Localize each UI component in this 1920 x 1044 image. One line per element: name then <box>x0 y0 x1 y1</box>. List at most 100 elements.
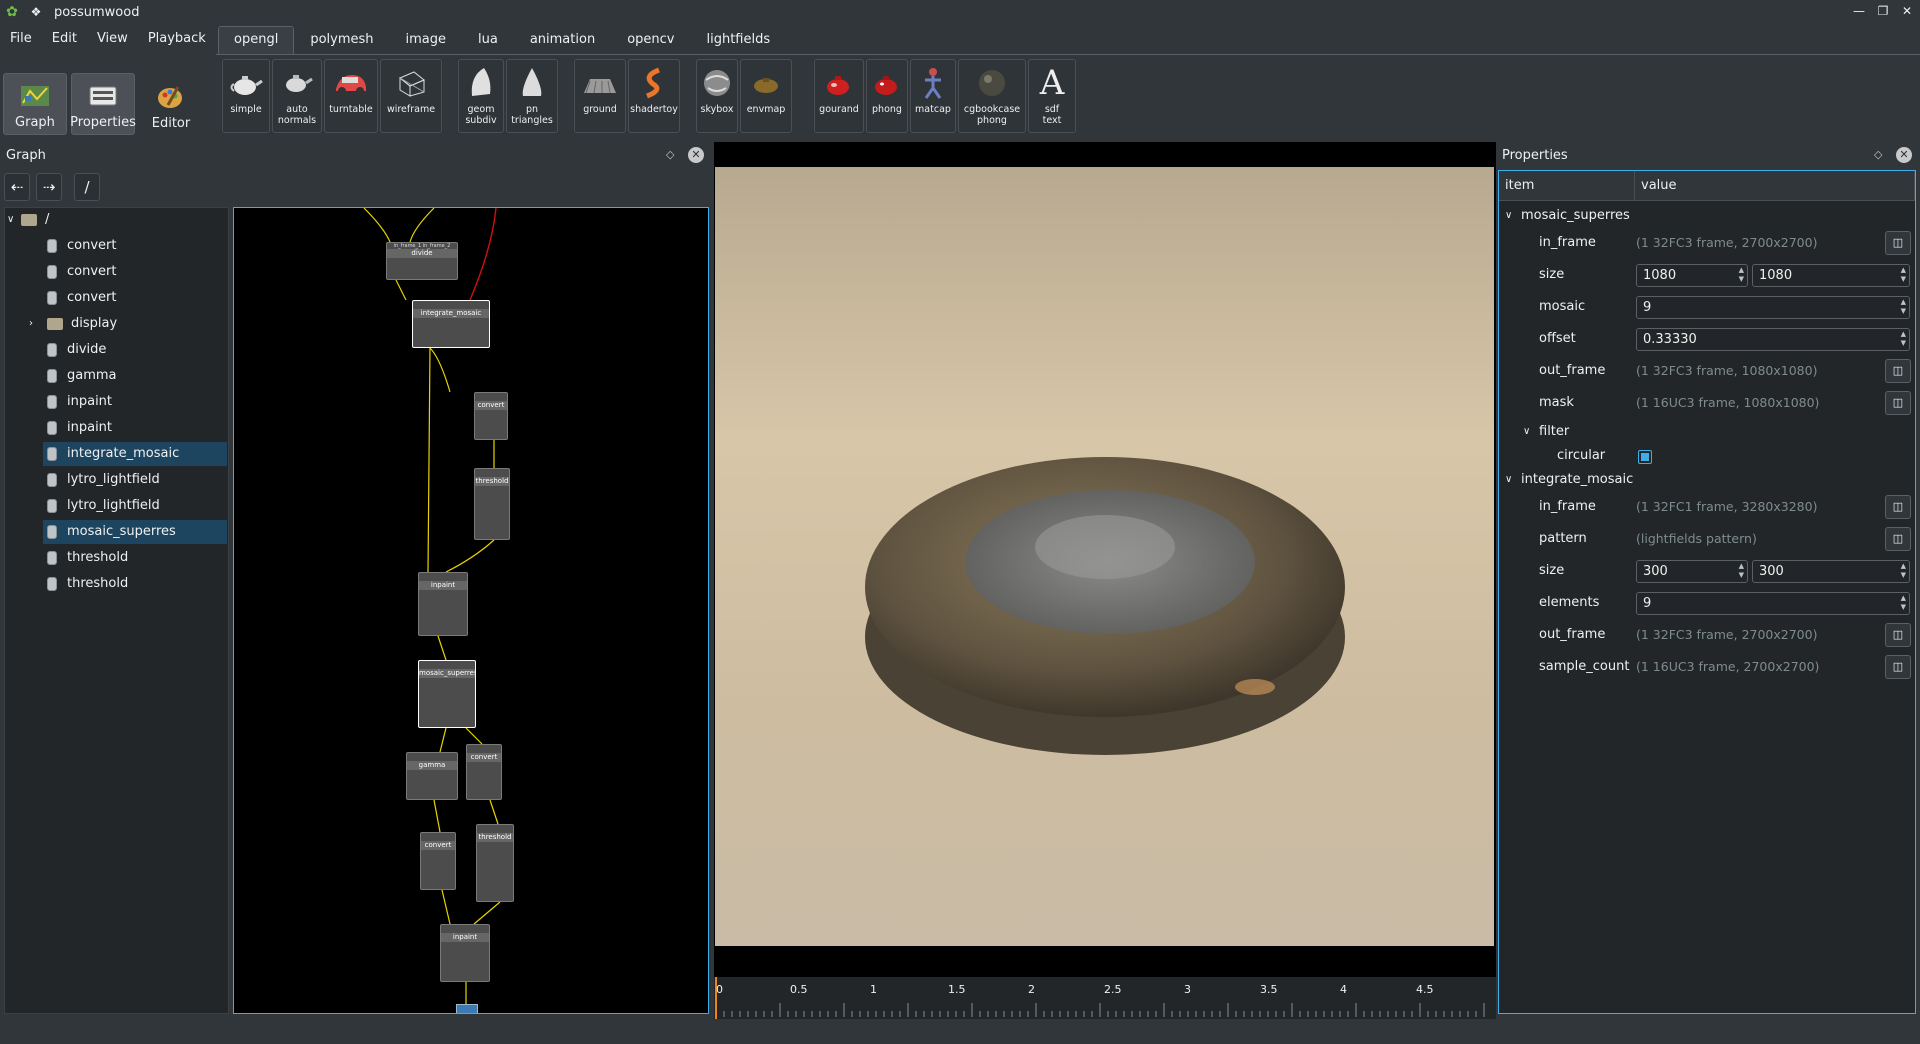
chevron-down-icon[interactable]: ∨ <box>1505 467 1512 493</box>
spin-arrows-icon[interactable]: ▲ ▼ <box>1901 266 1906 284</box>
tool-simple[interactable]: simple <box>222 59 270 133</box>
graph-node[interactable]: integrate_mosaic <box>412 300 490 348</box>
graph-node[interactable]: inpaint <box>440 924 490 982</box>
tool-matcap[interactable]: matcap <box>910 59 956 133</box>
maximize-icon[interactable]: ❐ <box>1876 3 1890 19</box>
properties-mode-button[interactable]: Properties <box>70 73 136 135</box>
menu-edit[interactable]: Edit <box>42 28 87 50</box>
inspect-button[interactable]: ◫ <box>1885 495 1911 519</box>
tool-envmap[interactable]: envmap <box>740 59 792 133</box>
graph-node[interactable]: convert <box>474 392 508 440</box>
tree-item[interactable]: lytro_lightfield <box>47 494 227 518</box>
circular-checkbox[interactable] <box>1638 450 1652 464</box>
tree-item[interactable]: threshold <box>47 546 227 570</box>
close-graph-panel-icon[interactable]: ✕ <box>688 147 704 163</box>
spin-arrows-icon[interactable]: ▲ ▼ <box>1739 562 1744 580</box>
inspect-button[interactable]: ◫ <box>1885 655 1911 679</box>
inspect-button[interactable]: ◫ <box>1885 231 1911 255</box>
back-button[interactable]: ⇠ <box>4 173 30 201</box>
tree-item-selected[interactable]: mosaic_superres <box>43 520 227 544</box>
graph-node[interactable]: gamma <box>406 752 458 800</box>
editor-mode-button[interactable]: Editor <box>139 73 203 135</box>
close-properties-panel-icon[interactable]: ✕ <box>1896 147 1912 163</box>
size-height-spinbox[interactable]: 300 ▲ ▼ <box>1752 560 1910 583</box>
tool-geom-subdiv[interactable]: geom subdiv <box>458 59 504 133</box>
tree-item[interactable]: inpaint <box>47 390 227 414</box>
tree-item[interactable]: convert <box>47 234 227 258</box>
tab-lua[interactable]: lua <box>462 26 514 54</box>
chevron-down-icon[interactable]: ∨ <box>1523 419 1530 445</box>
tree-root[interactable]: ∨ / <box>7 208 227 232</box>
tree-item-selected[interactable]: integrate_mosaic <box>43 442 227 466</box>
column-header-item[interactable]: item <box>1499 171 1635 201</box>
tool-ground[interactable]: ground <box>574 59 626 133</box>
graph-node[interactable]: convert <box>466 744 502 800</box>
chevron-right-icon[interactable]: › <box>29 312 47 336</box>
tree-item[interactable]: › display <box>29 312 227 336</box>
tab-opencv[interactable]: opencv <box>611 26 690 54</box>
timeline[interactable]: 0 0.5 1 1.5 2 2.5 3 3.5 4 4.5 <box>714 977 1496 1019</box>
inspect-button[interactable]: ◫ <box>1885 391 1911 415</box>
tool-turntable[interactable]: turntable <box>324 59 378 133</box>
column-header-value[interactable]: value <box>1635 171 1915 201</box>
tool-shadertoy[interactable]: shadertoy <box>628 59 680 133</box>
tree-item[interactable]: gamma <box>47 364 227 388</box>
spin-arrows-icon[interactable]: ▲ ▼ <box>1901 330 1906 348</box>
size-width-spinbox[interactable]: 1080 ▲ ▼ <box>1636 264 1748 287</box>
inspect-button[interactable]: ◫ <box>1885 623 1911 647</box>
forward-button[interactable]: ⇢ <box>36 173 62 201</box>
tab-animation[interactable]: animation <box>514 26 611 54</box>
node-graph-view[interactable]: in_frame_1 in_frame_2 divide integrate_mo… <box>233 207 709 1014</box>
property-group[interactable]: ∨ filter <box>1499 419 1915 445</box>
size-width-spinbox[interactable]: 300 ▲ ▼ <box>1636 560 1748 583</box>
tree-item[interactable]: lytro_lightfield <box>47 468 227 492</box>
mosaic-spinbox[interactable]: 9 ▲ ▼ <box>1636 296 1910 319</box>
menu-playback[interactable]: Playback <box>138 28 216 50</box>
elements-spinbox[interactable]: 9 ▲ ▼ <box>1636 592 1910 615</box>
property-group[interactable]: ∨ integrate_mosaic <box>1499 467 1915 493</box>
graph-node[interactable]: threshold <box>476 824 514 902</box>
inspect-button[interactable]: ◫ <box>1885 359 1911 383</box>
graph-node[interactable]: inpaint <box>418 572 468 636</box>
tree-item[interactable]: convert <box>47 286 227 310</box>
tool-sdf-text[interactable]: A sdf text <box>1028 59 1076 133</box>
display-node[interactable] <box>456 1004 478 1013</box>
menu-file[interactable]: File <box>0 28 42 50</box>
tool-phong[interactable]: phong <box>866 59 908 133</box>
3d-viewport[interactable] <box>714 142 1496 1019</box>
tab-polymesh[interactable]: polymesh <box>294 26 389 54</box>
pin-icon[interactable]: ❖ <box>28 5 44 19</box>
tree-item[interactable]: inpaint <box>47 416 227 440</box>
tool-cgbookcase-phong[interactable]: cgbookcase phong <box>958 59 1026 133</box>
spin-arrows-icon[interactable]: ▲ ▼ <box>1901 594 1906 612</box>
float-panel-icon[interactable]: ◇ <box>666 148 674 161</box>
offset-spinbox[interactable]: 0.33330 ▲ ▼ <box>1636 328 1910 351</box>
tool-auto-normals[interactable]: auto normals <box>272 59 322 133</box>
tool-pn-triangles[interactable]: pn triangles <box>506 59 558 133</box>
graph-node[interactable]: threshold <box>474 468 510 540</box>
graph-node[interactable]: convert <box>420 832 456 890</box>
tab-image[interactable]: image <box>390 26 463 54</box>
tab-opengl[interactable]: opengl <box>218 26 295 54</box>
tree-item[interactable]: convert <box>47 260 227 284</box>
path-root-button[interactable]: / <box>74 173 100 201</box>
minimize-icon[interactable]: — <box>1852 3 1866 19</box>
size-height-spinbox[interactable]: 1080 ▲ ▼ <box>1752 264 1910 287</box>
menu-view[interactable]: View <box>87 28 138 50</box>
float-panel-icon[interactable]: ◇ <box>1874 148 1882 161</box>
graph-node[interactable]: in_frame_1 in_frame_2 divide <box>386 242 458 280</box>
spin-arrows-icon[interactable]: ▲ ▼ <box>1901 562 1906 580</box>
tool-gourand[interactable]: gourand <box>814 59 864 133</box>
tree-item[interactable]: divide <box>47 338 227 362</box>
tab-lightfields[interactable]: lightfields <box>690 26 786 54</box>
graph-node[interactable]: mosaic_superres <box>418 660 476 728</box>
chevron-down-icon[interactable]: ∨ <box>1505 203 1512 229</box>
spin-arrows-icon[interactable]: ▲ ▼ <box>1901 298 1906 316</box>
close-icon[interactable]: ✕ <box>1900 3 1914 19</box>
tool-skybox[interactable]: skybox <box>696 59 738 133</box>
spin-arrows-icon[interactable]: ▲ ▼ <box>1739 266 1744 284</box>
tree-item[interactable]: threshold <box>47 572 227 596</box>
graph-mode-button[interactable]: Graph <box>3 73 67 135</box>
property-group[interactable]: ∨ mosaic_superres <box>1499 203 1915 229</box>
tool-wireframe[interactable]: wireframe <box>380 59 442 133</box>
